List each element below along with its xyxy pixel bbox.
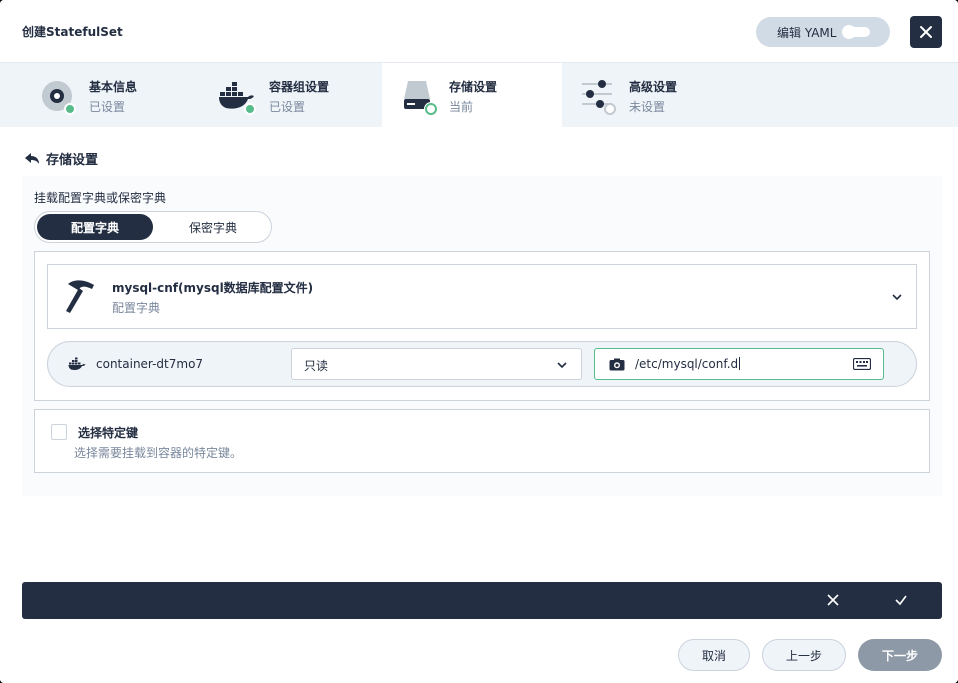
step-name: 高级设置	[629, 80, 678, 94]
mount-panel: 挂载配置字典或保密字典 配置字典 保密字典 mysql-cnf(mysql数据库…	[22, 176, 942, 496]
cancel-edit-icon[interactable]	[826, 593, 840, 607]
chevron-down-icon	[557, 362, 567, 369]
cancel-button[interactable]: 取消	[678, 639, 750, 671]
step-status: 已设置	[269, 100, 306, 114]
toggle-switch[interactable]	[843, 26, 870, 38]
step-pod-settings[interactable]: 容器组设置 已设置	[180, 63, 360, 128]
access-mode-select[interactable]: 只读	[291, 348, 582, 380]
mount-type-switch: 配置字典 保密字典	[34, 211, 272, 243]
section-title: 存储设置	[46, 153, 99, 168]
close-button[interactable]	[910, 16, 942, 48]
mount-path-value: /etc/mysql/conf.d	[635, 357, 739, 371]
confirm-check-icon[interactable]	[894, 593, 908, 607]
hammer-icon	[66, 280, 94, 313]
step-basic-info[interactable]: 基本信息 已设置	[0, 63, 180, 128]
step-name: 存储设置	[449, 80, 498, 94]
step-storage-settings[interactable]: 存储设置 当前	[382, 63, 562, 128]
configmap-type: 配置字典	[112, 301, 161, 315]
step-status: 未设置	[629, 100, 666, 114]
dialog-header: 创建StatefulSet 编辑 YAML	[0, 0, 958, 62]
toggle-knob	[843, 26, 855, 38]
mount-path-input[interactable]: /etc/mysql/conf.d	[594, 348, 884, 380]
specific-keys-description: 选择需要挂载到容器的特定键。	[74, 446, 243, 460]
tab-secret[interactable]: 保密字典	[155, 214, 271, 240]
previous-button[interactable]: 上一步	[762, 639, 846, 671]
edit-confirm-bar	[22, 582, 942, 619]
mount-label: 挂载配置字典或保密字典	[34, 191, 167, 205]
dialog-content: 存储设置 挂载配置字典或保密字典 配置字典 保密字典 mysql-cnf(mys…	[0, 127, 958, 683]
specific-keys-label: 选择特定键	[78, 426, 139, 440]
container-mount-row: container-dt7mo7 只读 /etc/mysql/conf.d	[47, 341, 917, 387]
specific-keys-checkbox[interactable]	[51, 424, 67, 440]
specific-keys-box: 选择特定键 选择需要挂载到容器的特定键。	[34, 409, 930, 473]
camera-icon	[609, 358, 625, 371]
step-name: 容器组设置	[269, 80, 330, 94]
back-arrow-icon	[25, 152, 39, 164]
container-name: container-dt7mo7	[96, 357, 204, 371]
status-dot-current	[425, 103, 437, 115]
status-dot-done	[244, 103, 256, 115]
edit-yaml-label: 编辑 YAML	[777, 25, 837, 40]
configmap-select[interactable]: mysql-cnf(mysql数据库配置文件) 配置字典	[47, 264, 917, 329]
access-mode-value: 只读	[304, 359, 329, 373]
step-status: 已设置	[89, 100, 126, 114]
step-advanced-settings[interactable]: 高级设置 未设置	[562, 63, 742, 128]
docker-icon	[68, 357, 86, 371]
wizard-steps: 基本信息 已设置 容器组设置 已设置 存储设置 当前 高级设置 未设置	[0, 62, 958, 128]
dialog-title: 创建StatefulSet	[22, 25, 123, 39]
tab-configmap[interactable]: 配置字典	[37, 214, 153, 240]
configmap-name: mysql-cnf(mysql数据库配置文件)	[112, 281, 314, 295]
edit-yaml-toggle[interactable]: 编辑 YAML	[756, 17, 890, 47]
chevron-down-icon	[892, 294, 902, 301]
back-link[interactable]: 存储设置	[24, 149, 98, 168]
step-status: 当前	[449, 100, 474, 114]
status-dot-done	[64, 103, 76, 115]
mount-config-box: mysql-cnf(mysql数据库配置文件) 配置字典 container-d…	[34, 251, 930, 401]
create-statefulset-dialog: 创建StatefulSet 编辑 YAML 基本信息 已设置 容器组设置 已设置…	[0, 0, 958, 683]
keyboard-icon[interactable]	[853, 358, 871, 370]
close-icon	[920, 26, 932, 38]
step-name: 基本信息	[89, 80, 138, 94]
next-button[interactable]: 下一步	[858, 639, 942, 671]
status-dot-pending	[604, 103, 616, 115]
